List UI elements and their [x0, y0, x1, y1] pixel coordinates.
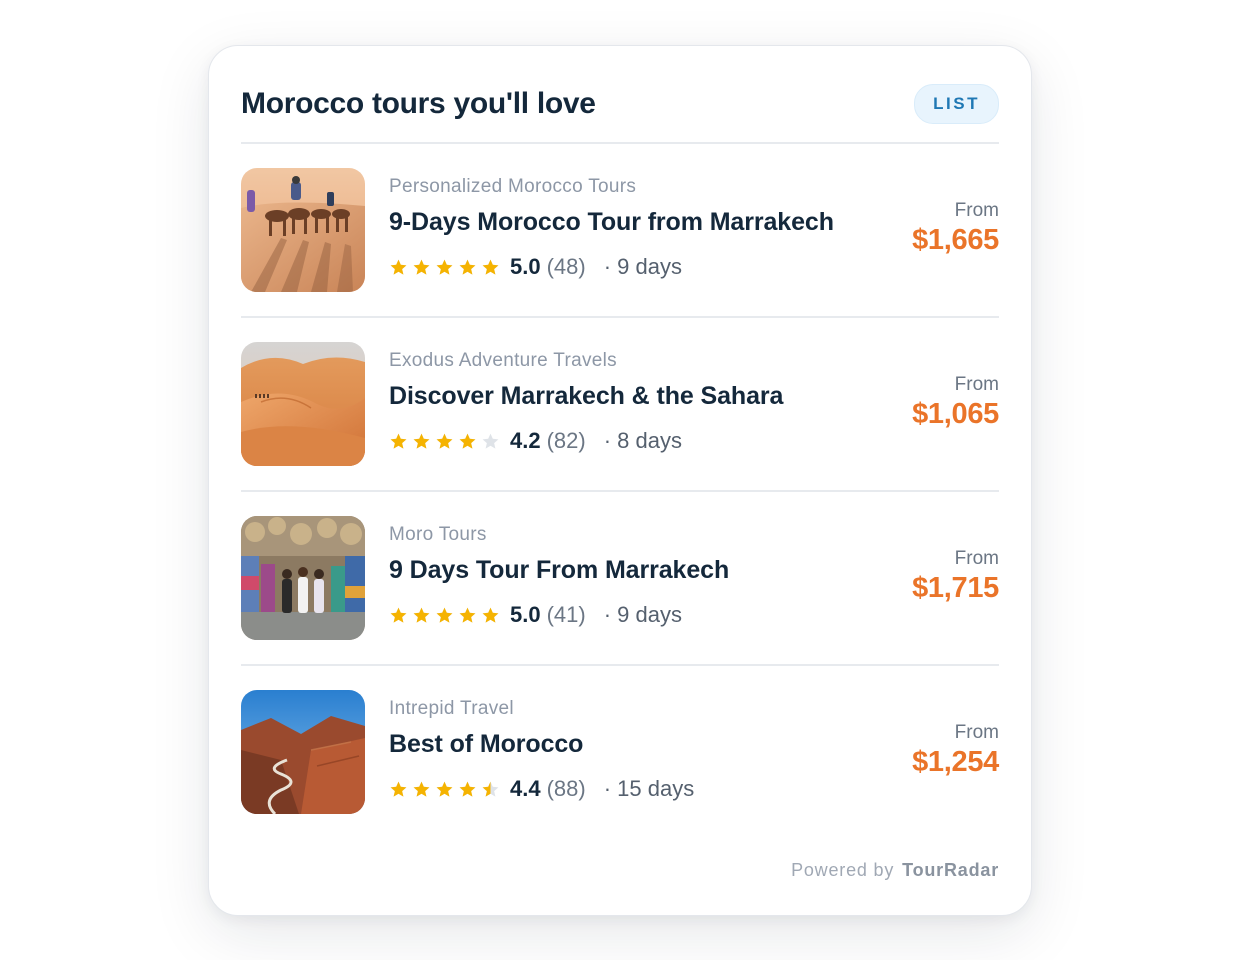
tour-operator: Exodus Adventure Travels [389, 350, 617, 371]
tour-price: $1,254 [912, 746, 999, 778]
price-box: From $1,665 [912, 200, 999, 257]
tour-info: Moro Tours 9 Days Tour From Marrakech 5.… [389, 524, 829, 629]
rating-value: 5.0 [510, 602, 541, 627]
tourradar-brand[interactable]: TourRadar [902, 860, 999, 880]
price-box: From $1,065 [912, 374, 999, 431]
tour-title[interactable]: 9-Days Morocco Tour from Marrakech [389, 208, 834, 237]
tours-widget-card: Morocco tours you'll love LIST Personali… [208, 45, 1032, 916]
tour-meta: 5.0 (41) · 9 days [389, 601, 829, 629]
star-filled-icon [390, 433, 407, 449]
tour-meta: 4.4 (88) · 15 days [389, 775, 829, 803]
star-rating [389, 258, 500, 277]
tour-item[interactable]: Intrepid Travel Best of Morocco 4.4 (88)… [241, 666, 999, 840]
star-filled-icon [459, 607, 476, 623]
star-filled-icon [413, 607, 430, 623]
tour-price: $1,065 [912, 398, 999, 430]
star-rating [389, 432, 500, 451]
star-filled-icon [436, 781, 453, 797]
star-filled-icon [390, 259, 407, 275]
tour-item[interactable]: Exodus Adventure Travels Discover Marrak… [241, 318, 999, 492]
star-filled-icon [413, 259, 430, 275]
star-filled-icon [413, 781, 430, 797]
star-filled-icon [436, 259, 453, 275]
tour-item[interactable]: Personalized Morocco Tours 9-Days Morocc… [241, 144, 999, 318]
star-filled-icon [413, 433, 430, 449]
review-count: (41) [546, 602, 586, 627]
star-rating [389, 606, 500, 625]
star-filled-icon [459, 259, 476, 275]
camel-caravan-desert-photo[interactable] [241, 168, 365, 292]
price-from-label: From [954, 548, 999, 569]
star-filled-icon [436, 607, 453, 623]
review-count: (82) [546, 428, 586, 453]
tour-list: Personalized Morocco Tours 9-Days Morocc… [241, 144, 999, 840]
star-filled-icon [436, 433, 453, 449]
tour-price: $1,665 [912, 224, 999, 256]
tour-operator: Intrepid Travel [389, 698, 514, 719]
tour-meta: 5.0 (48) · 9 days [389, 253, 829, 281]
price-from-label: From [954, 374, 999, 395]
tour-duration: · 9 days [603, 602, 682, 627]
tour-duration: · 8 days [603, 428, 682, 453]
star-filled-icon [459, 781, 476, 797]
marrakech-souk-market-photo[interactable] [241, 516, 365, 640]
tour-title[interactable]: Best of Morocco [389, 730, 829, 759]
tour-operator: Personalized Morocco Tours [389, 176, 637, 197]
tour-price: $1,715 [912, 572, 999, 604]
price-box: From $1,254 [912, 722, 999, 779]
tour-item[interactable]: Moro Tours 9 Days Tour From Marrakech 5.… [241, 492, 999, 666]
price-from-label: From [954, 200, 999, 221]
price-from-label: From [954, 722, 999, 743]
star-filled-icon [459, 433, 476, 449]
tour-operator: Moro Tours [389, 524, 487, 545]
star-filled-icon [390, 781, 407, 797]
rating-value: 5.0 [510, 254, 541, 279]
sahara-sand-dunes-photo[interactable] [241, 342, 365, 466]
tour-info: Exodus Adventure Travels Discover Marrak… [389, 350, 829, 455]
atlas-mountain-road-photo[interactable] [241, 690, 365, 814]
review-count: (48) [546, 254, 586, 279]
review-count: (88) [546, 776, 586, 801]
star-empty-icon [482, 433, 499, 449]
tour-duration: · 15 days [603, 776, 695, 801]
list-view-badge[interactable]: LIST [914, 84, 999, 124]
powered-by-footer[interactable]: Powered by TourRadar [791, 860, 999, 881]
price-box: From $1,715 [912, 548, 999, 605]
tour-info: Personalized Morocco Tours 9-Days Morocc… [389, 176, 834, 281]
tour-info: Intrepid Travel Best of Morocco 4.4 (88)… [389, 698, 829, 803]
tour-title[interactable]: Discover Marrakech & the Sahara [389, 382, 829, 411]
star-filled-icon [482, 607, 499, 623]
tour-duration: · 9 days [603, 254, 682, 279]
star-half-icon [482, 781, 499, 797]
tour-title[interactable]: 9 Days Tour From Marrakech [389, 556, 829, 585]
star-filled-icon [390, 607, 407, 623]
widget-header: Morocco tours you'll love LIST [241, 78, 999, 144]
rating-value: 4.4 [510, 776, 541, 801]
powered-by-label: Powered by [791, 860, 895, 880]
widget-title: Morocco tours you'll love [241, 87, 596, 120]
star-rating [389, 780, 500, 799]
tour-meta: 4.2 (82) · 8 days [389, 427, 829, 455]
star-filled-icon [482, 259, 499, 275]
rating-value: 4.2 [510, 428, 541, 453]
